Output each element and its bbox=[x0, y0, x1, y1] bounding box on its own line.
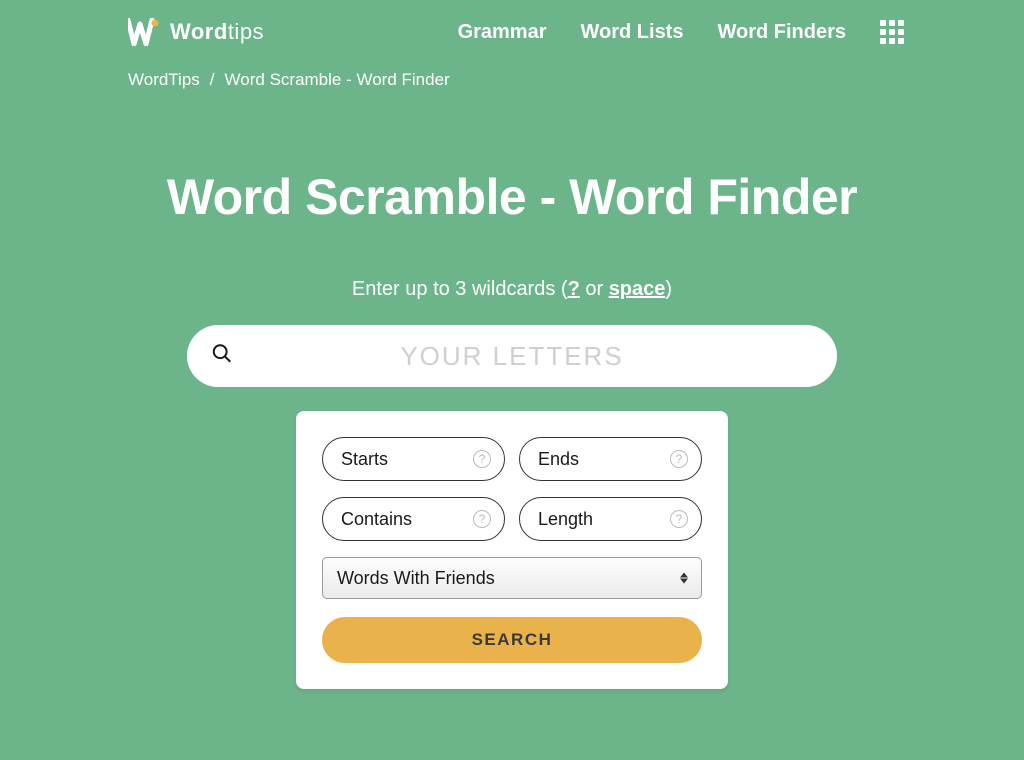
subtitle-post: ) bbox=[665, 278, 672, 300]
breadcrumb-home[interactable]: WordTips bbox=[128, 70, 200, 90]
nav-word-finders[interactable]: Word Finders bbox=[717, 21, 846, 44]
hero: Word Scramble - Word Finder Enter up to … bbox=[0, 90, 1024, 689]
nav-word-lists[interactable]: Word Lists bbox=[581, 21, 684, 44]
help-icon[interactable]: ? bbox=[670, 450, 688, 468]
subtitle-wildcard-q: ? bbox=[568, 278, 580, 300]
letters-input[interactable] bbox=[187, 325, 837, 387]
ends-field-wrap: ? bbox=[519, 437, 702, 481]
subtitle-wildcard-space: space bbox=[609, 278, 666, 300]
breadcrumb-current: Word Scramble - Word Finder bbox=[225, 70, 450, 90]
breadcrumb-separator: / bbox=[210, 70, 215, 90]
starts-field-wrap: ? bbox=[322, 437, 505, 481]
nav-grammar[interactable]: Grammar bbox=[458, 21, 547, 44]
logo-word1: Word bbox=[170, 19, 228, 44]
logo-mark-icon bbox=[128, 18, 162, 46]
filters-row-1: ? ? bbox=[322, 437, 702, 481]
page-title: Word Scramble - Word Finder bbox=[0, 168, 1024, 226]
apps-grid-icon[interactable] bbox=[880, 20, 904, 44]
dictionary-select-wrap: Words With Friends bbox=[322, 557, 702, 599]
filters-row-2: ? ? bbox=[322, 497, 702, 541]
search-button[interactable]: SEARCH bbox=[322, 617, 702, 663]
help-icon[interactable]: ? bbox=[473, 510, 491, 528]
topbar: Wordtips Grammar Word Lists Word Finders bbox=[0, 0, 1024, 64]
length-field-wrap: ? bbox=[519, 497, 702, 541]
logo-word2: tips bbox=[228, 19, 264, 44]
primary-nav: Grammar Word Lists Word Finders bbox=[458, 20, 904, 44]
letters-search-wrap bbox=[187, 325, 837, 387]
subtitle-mid: or bbox=[580, 278, 609, 300]
subtitle-pre: Enter up to 3 wildcards ( bbox=[352, 278, 568, 300]
subtitle: Enter up to 3 wildcards (? or space) bbox=[0, 278, 1024, 301]
breadcrumb: WordTips / Word Scramble - Word Finder bbox=[0, 64, 1024, 90]
help-icon[interactable]: ? bbox=[670, 510, 688, 528]
logo-text: Wordtips bbox=[170, 19, 264, 45]
search-icon bbox=[211, 343, 233, 370]
dictionary-select[interactable]: Words With Friends bbox=[322, 557, 702, 599]
help-icon[interactable]: ? bbox=[473, 450, 491, 468]
contains-field-wrap: ? bbox=[322, 497, 505, 541]
filters-card: ? ? ? ? Words With Friends bbox=[296, 411, 728, 689]
logo[interactable]: Wordtips bbox=[128, 18, 264, 46]
